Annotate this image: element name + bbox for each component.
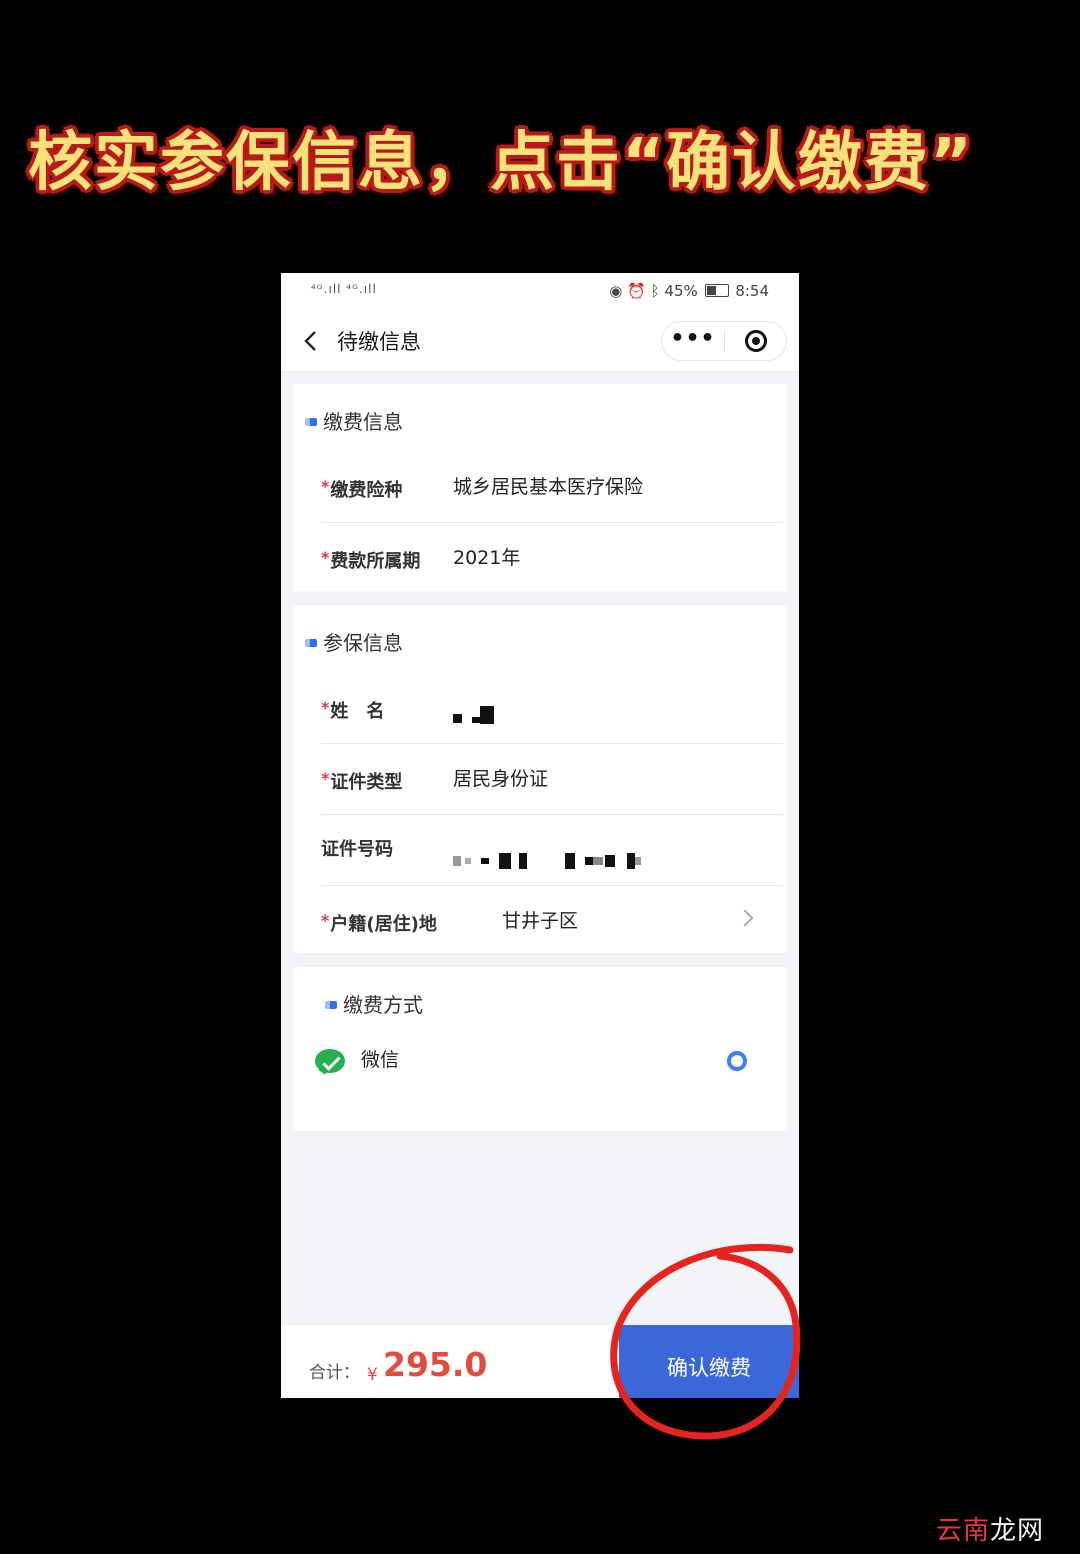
id-type-row: *证件类型 居民身份证 xyxy=(321,744,783,815)
period-value: 2021年 xyxy=(453,547,521,569)
status-right: ◉ ⏰ ᛒ 45% 8:54 xyxy=(609,282,769,300)
residence-value: 甘井子区 xyxy=(502,910,579,932)
wechat-radio-button[interactable] xyxy=(727,1051,747,1071)
wechat-icon xyxy=(315,1049,345,1073)
eye-icon: ◉ xyxy=(609,282,623,300)
period-row: *费款所属期 2021年 xyxy=(321,523,783,593)
insurance-type-value: 城乡居民基本医疗保险 xyxy=(453,476,644,498)
total-amount: 295.0 xyxy=(383,1345,488,1384)
section-marker-icon xyxy=(305,639,317,647)
id-type-label: *证件类型 xyxy=(321,769,403,793)
insured-info-card: 参保信息 *姓 名 *证件类型 居民身份证 证件号码 *户籍(居住)地 甘井子区 xyxy=(293,605,787,953)
battery-percent: 45% xyxy=(664,282,698,300)
id-number-redacted xyxy=(453,847,641,873)
payment-info-title: 缴费信息 xyxy=(305,408,403,436)
chevron-right-icon xyxy=(736,909,754,927)
period-label: *费款所属期 xyxy=(321,548,421,572)
status-bar: ⁴ᴳ.ıll ⁴ᴳ.ıll ◉ ⏰ ᛒ 45% 8:54 xyxy=(281,273,799,313)
instruction-banner: 核实参保信息，点击“确认缴费” xyxy=(28,126,975,200)
phone-screen: ⁴ᴳ.ıll ⁴ᴳ.ıll ◉ ⏰ ᛒ 45% 8:54 待缴信息 ••• 缴费… xyxy=(281,273,799,1398)
alarm-icon: ⏰ xyxy=(627,282,646,300)
residence-label: *户籍(居住)地 xyxy=(321,911,437,935)
checkout-footer: 合计： ¥ 295.0 确认缴费 xyxy=(281,1325,799,1398)
mini-program-capsule: ••• xyxy=(661,321,787,361)
section-marker-icon xyxy=(305,418,317,426)
confirm-payment-button[interactable]: 确认缴费 xyxy=(619,1325,799,1398)
signal-icons: ⁴ᴳ.ıll ⁴ᴳ.ıll xyxy=(311,282,377,296)
back-arrow-icon[interactable] xyxy=(297,327,325,355)
total-label: 合计： xyxy=(309,1363,360,1383)
name-label: *姓 名 xyxy=(321,698,385,722)
id-number-label: 证件号码 xyxy=(321,839,393,860)
id-type-value: 居民身份证 xyxy=(453,768,549,790)
clock: 8:54 xyxy=(735,282,769,300)
id-number-row: 证件号码 xyxy=(321,815,783,886)
payment-method-card: 缴费方式 微信 xyxy=(293,967,787,1131)
payment-info-card: 缴费信息 *缴费险种 城乡居民基本医疗保险 *费款所属期 2021年 xyxy=(293,384,787,591)
name-redacted xyxy=(453,701,494,727)
close-target-icon[interactable] xyxy=(724,322,786,360)
insurance-type-row: *缴费险种 城乡居民基本医疗保险 xyxy=(321,452,783,523)
wechat-option-label: 微信 xyxy=(361,1049,400,1071)
battery-icon xyxy=(704,284,729,297)
navigation-bar: 待缴信息 ••• xyxy=(281,313,799,372)
watermark: 云南龙网 xyxy=(935,1516,1044,1546)
currency-symbol: ¥ xyxy=(367,1365,378,1385)
bluetooth-icon: ᛒ xyxy=(650,282,660,300)
more-dots-icon[interactable]: ••• xyxy=(662,322,724,360)
residence-row[interactable]: *户籍(居住)地 甘井子区 xyxy=(321,886,783,956)
page-title: 待缴信息 xyxy=(337,330,421,354)
insured-info-title: 参保信息 xyxy=(305,629,403,657)
name-row: *姓 名 xyxy=(321,673,783,744)
payment-method-title: 缴费方式 xyxy=(325,991,423,1019)
section-marker-icon xyxy=(325,1001,337,1009)
insurance-type-label: *缴费险种 xyxy=(321,477,403,501)
